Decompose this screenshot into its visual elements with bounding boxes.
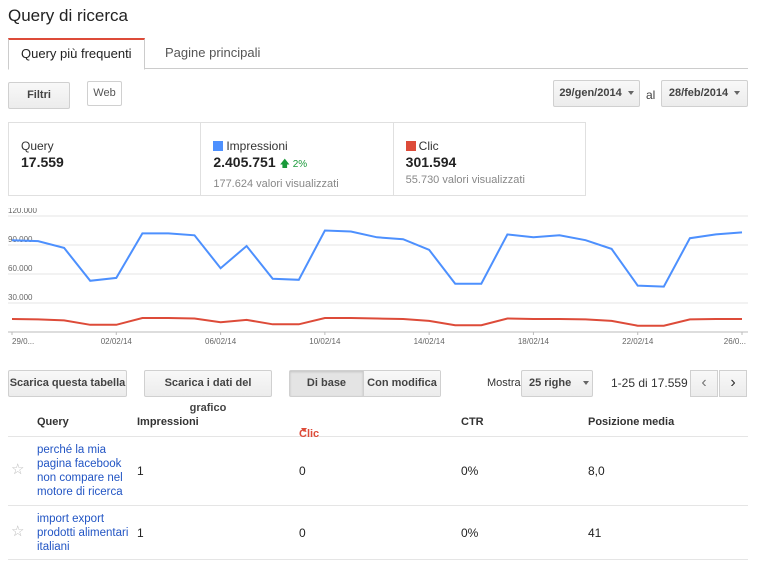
download-chart-data-button[interactable]: Scarica i dati del grafico (144, 370, 272, 414)
x-tick-label: 22/02/14 (622, 337, 654, 346)
x-tick-label: 29/0... (12, 337, 34, 346)
stat-impressions-sub: 177.624 valori visualizzati (213, 178, 339, 190)
view-mode-toggle: Di base Con modifica (289, 370, 441, 397)
show-label: Mostra (487, 377, 521, 389)
star-icon[interactable]: ☆ (11, 522, 24, 540)
stats-panel: Query 17.559 Impressioni 2.405.751 🡅 2% 1… (8, 122, 586, 196)
date-from-dropdown[interactable]: 29/gen/2014 (553, 80, 640, 107)
table-row: ☆ perché la mia pagina facebook non comp… (8, 437, 748, 506)
next-page-button[interactable]: › (719, 370, 747, 397)
date-from-value: 29/gen/2014 (559, 87, 622, 99)
stat-impressions-label: Impressioni (226, 139, 288, 153)
y-tick-label: 120.000 (8, 208, 37, 215)
x-tick-label: 02/02/14 (101, 337, 133, 346)
web-filter-chip[interactable]: Web (87, 81, 122, 106)
col-ctr[interactable]: CTR (461, 416, 484, 428)
filters-button[interactable]: Filtri (8, 82, 70, 109)
table-header: Query Impressioni Clic CTR Posizione med… (8, 404, 748, 440)
x-tick-label: 26/0... (724, 337, 746, 346)
stat-impressions-value: 2.405.751 (213, 154, 276, 170)
clicks-swatch (405, 141, 416, 151)
query-link[interactable]: perché la mia pagina facebook non compar… (37, 443, 137, 499)
col-impressions[interactable]: Impressioni (137, 416, 199, 428)
chevron-right-icon: › (730, 374, 736, 391)
col-query[interactable]: Query (37, 416, 69, 428)
x-tick-label: 10/02/14 (309, 337, 341, 346)
x-tick-label: 14/02/14 (414, 337, 446, 346)
cell-clicks: 0 (299, 526, 306, 540)
stat-query: Query 17.559 (9, 123, 202, 195)
col-position[interactable]: Posizione media (588, 416, 674, 428)
date-to-value: 28/feb/2014 (668, 87, 729, 99)
query-link[interactable]: import export prodotti alimentari italia… (37, 512, 137, 554)
sort-desc-icon (301, 428, 307, 432)
stat-clicks-value: 301.594 (405, 154, 457, 170)
download-table-button[interactable]: Scarica questa tabella (8, 370, 127, 397)
cell-clicks: 0 (299, 464, 306, 478)
page-title: Query di ricerca (8, 6, 128, 25)
stat-clicks-sub: 55.730 valori visualizzati (405, 174, 525, 186)
y-tick-label: 60.000 (8, 264, 33, 273)
stat-clicks-label: Clic (418, 139, 439, 153)
impressions-swatch (213, 141, 224, 151)
cell-position: 8,0 (588, 464, 605, 478)
rows-per-page-value: 25 righe (529, 377, 572, 389)
star-icon[interactable]: ☆ (11, 460, 24, 478)
chevron-left-icon: ‹ (701, 374, 707, 391)
chevron-down-icon (734, 91, 741, 96)
chevron-down-icon (583, 381, 590, 386)
y-tick-label: 30.000 (8, 293, 33, 302)
cell-ctr: 0% (461, 464, 479, 478)
stat-query-value: 17.559 (21, 154, 64, 170)
cell-impressions: 1 (137, 526, 144, 540)
stat-impressions-delta: 2% (292, 159, 308, 170)
stat-impressions[interactable]: Impressioni 2.405.751 🡅 2% 177.624 valori… (201, 123, 394, 195)
arrow-up-icon: 🡅 (279, 159, 290, 170)
prev-page-button[interactable]: ‹ (690, 370, 718, 397)
pagination-range: 1-25 di 17.559 (611, 376, 688, 390)
rows-per-page-select[interactable]: 25 righe (521, 370, 593, 397)
with-changes-view-button[interactable]: Con modifica (364, 371, 440, 396)
tab-top-queries[interactable]: Query più frequenti (8, 38, 145, 70)
basic-view-button[interactable]: Di base (290, 371, 364, 396)
x-tick-label: 06/02/14 (205, 337, 237, 346)
date-separator: al (646, 88, 656, 102)
stat-clicks[interactable]: Clic 301.594 55.730 valori visualizzati (394, 123, 585, 195)
date-to-dropdown[interactable]: 28/feb/2014 (661, 80, 748, 107)
series-line-clic (11, 317, 742, 327)
series-line-impressioni (11, 229, 743, 288)
cell-ctr: 0% (461, 526, 479, 540)
chevron-down-icon (627, 91, 634, 96)
cell-impressions: 1 (137, 464, 144, 478)
tab-top-pages[interactable]: Pagine principali (153, 38, 272, 69)
stat-query-label: Query (21, 139, 54, 153)
tab-bar: Query più frequenti Pagine principali (8, 38, 748, 70)
x-tick-label: 18/02/14 (518, 337, 550, 346)
cell-position: 41 (588, 526, 602, 540)
performance-chart: 120.00090.00060.00030.00029/0... 02/02/14… (8, 208, 748, 346)
table-row: ☆ import export prodotti alimentari ital… (8, 506, 748, 560)
